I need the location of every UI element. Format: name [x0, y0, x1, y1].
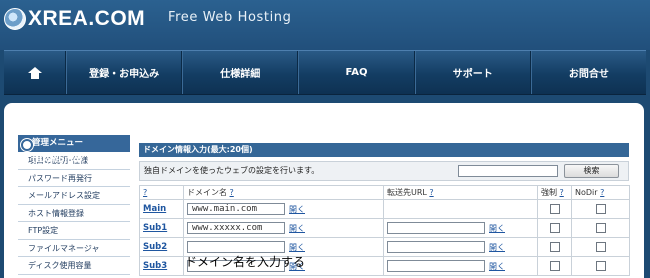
nav-support[interactable]: サポート: [414, 51, 531, 94]
site-tagline: Free Web Hosting: [168, 10, 292, 25]
logo-globe-icon: [4, 8, 26, 30]
site-header: XREA.COM Free Web Hosting: [0, 0, 650, 50]
sidebar-item-disk[interactable]: ディスク使用容量: [18, 257, 130, 275]
row-link-sub1[interactable]: Sub1: [143, 223, 167, 233]
open-redirect-sub2[interactable]: 開く: [489, 243, 505, 252]
help-link[interactable]: ?: [143, 188, 147, 197]
table-row: Main www.main.com 開く: [139, 199, 630, 219]
open-domain-main[interactable]: 開く: [289, 205, 305, 214]
nodir-checkbox-sub2[interactable]: [595, 242, 606, 252]
redirect-help-link[interactable]: ?: [429, 188, 433, 197]
redirect-input-sub1[interactable]: [387, 222, 485, 234]
home-icon: [27, 66, 42, 79]
table-header-row: ? ドメイン名 ? 転送先URL ? 強制 ? NoDir ?: [139, 185, 630, 200]
nodir-help-link[interactable]: ?: [600, 188, 604, 197]
column-force: 強制: [541, 188, 557, 197]
sidebar-item-password[interactable]: パスワード再発行: [18, 169, 130, 187]
column-redirect: 転送先URL: [387, 188, 427, 197]
open-redirect-sub1[interactable]: 開く: [489, 224, 505, 233]
redirect-cell-main: [383, 199, 538, 219]
redirect-input-sub3[interactable]: [387, 260, 485, 272]
content-panel: 管理メニュー (ID:momo) 項目の説明･仕様 パスワード再発行 メールアド…: [4, 103, 644, 278]
force-checkbox-sub2[interactable]: [549, 242, 560, 252]
domain-input-main[interactable]: www.main.com: [187, 203, 285, 215]
domain-input-sub2[interactable]: [187, 241, 285, 253]
sidebar-title[interactable]: 管理メニュー (ID:momo): [18, 135, 130, 165]
column-domain: ドメイン名: [187, 188, 227, 197]
sidebar-item-filemanager[interactable]: ファイルマネージャ: [18, 239, 130, 257]
sidebar-item-ftp[interactable]: FTP設定: [18, 222, 130, 240]
sidebar-item-mail[interactable]: メールアドレス設定: [18, 187, 130, 205]
domain-panel-title: ドメイン情報入力(最大:20個): [139, 143, 629, 157]
nav-contact[interactable]: お問合せ: [530, 51, 646, 94]
table-row: Sub2 開く 開く: [139, 237, 630, 257]
search-button[interactable]: 検索: [564, 164, 619, 178]
nodir-checkbox-main[interactable]: [595, 204, 606, 214]
row-link-sub2[interactable]: Sub2: [143, 242, 167, 252]
open-redirect-sub3[interactable]: 開く: [489, 262, 505, 271]
open-domain-sub2[interactable]: 開く: [289, 243, 305, 252]
row-link-main[interactable]: Main: [143, 204, 166, 214]
table-row: Sub3 開く 開く: [139, 256, 630, 276]
nav-specs[interactable]: 仕様詳細: [182, 51, 299, 94]
open-domain-sub3[interactable]: 開く: [289, 262, 305, 271]
nodir-checkbox-sub3[interactable]: [595, 261, 606, 271]
force-checkbox-sub1[interactable]: [549, 223, 560, 233]
domain-settings: ドメイン情報入力(最大:20個) 独自ドメインを使ったウェブの設定を行います。 …: [139, 143, 630, 276]
domain-description: 独自ドメインを使ったウェブの設定を行います。: [144, 166, 320, 175]
admin-sidebar: 管理メニュー (ID:momo) 項目の説明･仕様 パスワード再発行 メールアド…: [18, 135, 130, 275]
site-logo[interactable]: XREA.COM: [4, 6, 145, 32]
domain-input-sub1[interactable]: www.xxxxx.com: [187, 222, 285, 234]
sidebar-item-host[interactable]: ホスト情報登録: [18, 204, 130, 222]
logo-text: XREA.COM: [28, 7, 146, 30]
force-checkbox-main[interactable]: [549, 204, 560, 214]
domain-table: ? ドメイン名 ? 転送先URL ? 強制 ? NoDir ? Main www…: [139, 185, 630, 276]
force-checkbox-sub3[interactable]: [549, 261, 560, 271]
nodir-checkbox-sub1[interactable]: [595, 223, 606, 233]
domain-help-link[interactable]: ?: [230, 188, 234, 197]
domain-description-row: 独自ドメインを使ったウェブの設定を行います。 検索: [139, 161, 629, 181]
column-nodir: NoDir: [575, 188, 598, 197]
redirect-input-sub2[interactable]: [387, 241, 485, 253]
open-domain-sub1[interactable]: 開く: [289, 224, 305, 233]
nav-faq[interactable]: FAQ: [298, 51, 415, 94]
domain-input-sub3[interactable]: [187, 260, 285, 272]
main-navigation: 登録・お申込み 仕様詳細 FAQ サポート お問合せ: [4, 50, 646, 95]
force-help-link[interactable]: ?: [560, 188, 564, 197]
search-input[interactable]: [458, 165, 558, 177]
nav-home[interactable]: [4, 51, 66, 94]
nav-register[interactable]: 登録・お申込み: [66, 51, 183, 94]
table-row: Sub1 www.xxxxx.com 開く 開く: [139, 218, 630, 238]
row-link-sub3[interactable]: Sub3: [143, 261, 167, 271]
